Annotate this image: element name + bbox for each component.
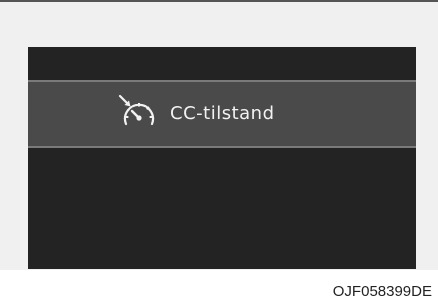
- menu-row-empty-bottom: [28, 148, 416, 269]
- menu-item-cc-mode[interactable]: CC-tilstand: [28, 80, 416, 148]
- menu-item-label: CC-tilstand: [170, 103, 275, 124]
- cluster-display: CC-tilstand: [28, 47, 416, 269]
- cruise-control-gauge-icon: [118, 94, 155, 126]
- figure-code: OJF058399DE: [332, 283, 432, 300]
- figure-frame: CC-tilstand: [0, 0, 438, 270]
- menu-row-empty-top: [28, 47, 416, 80]
